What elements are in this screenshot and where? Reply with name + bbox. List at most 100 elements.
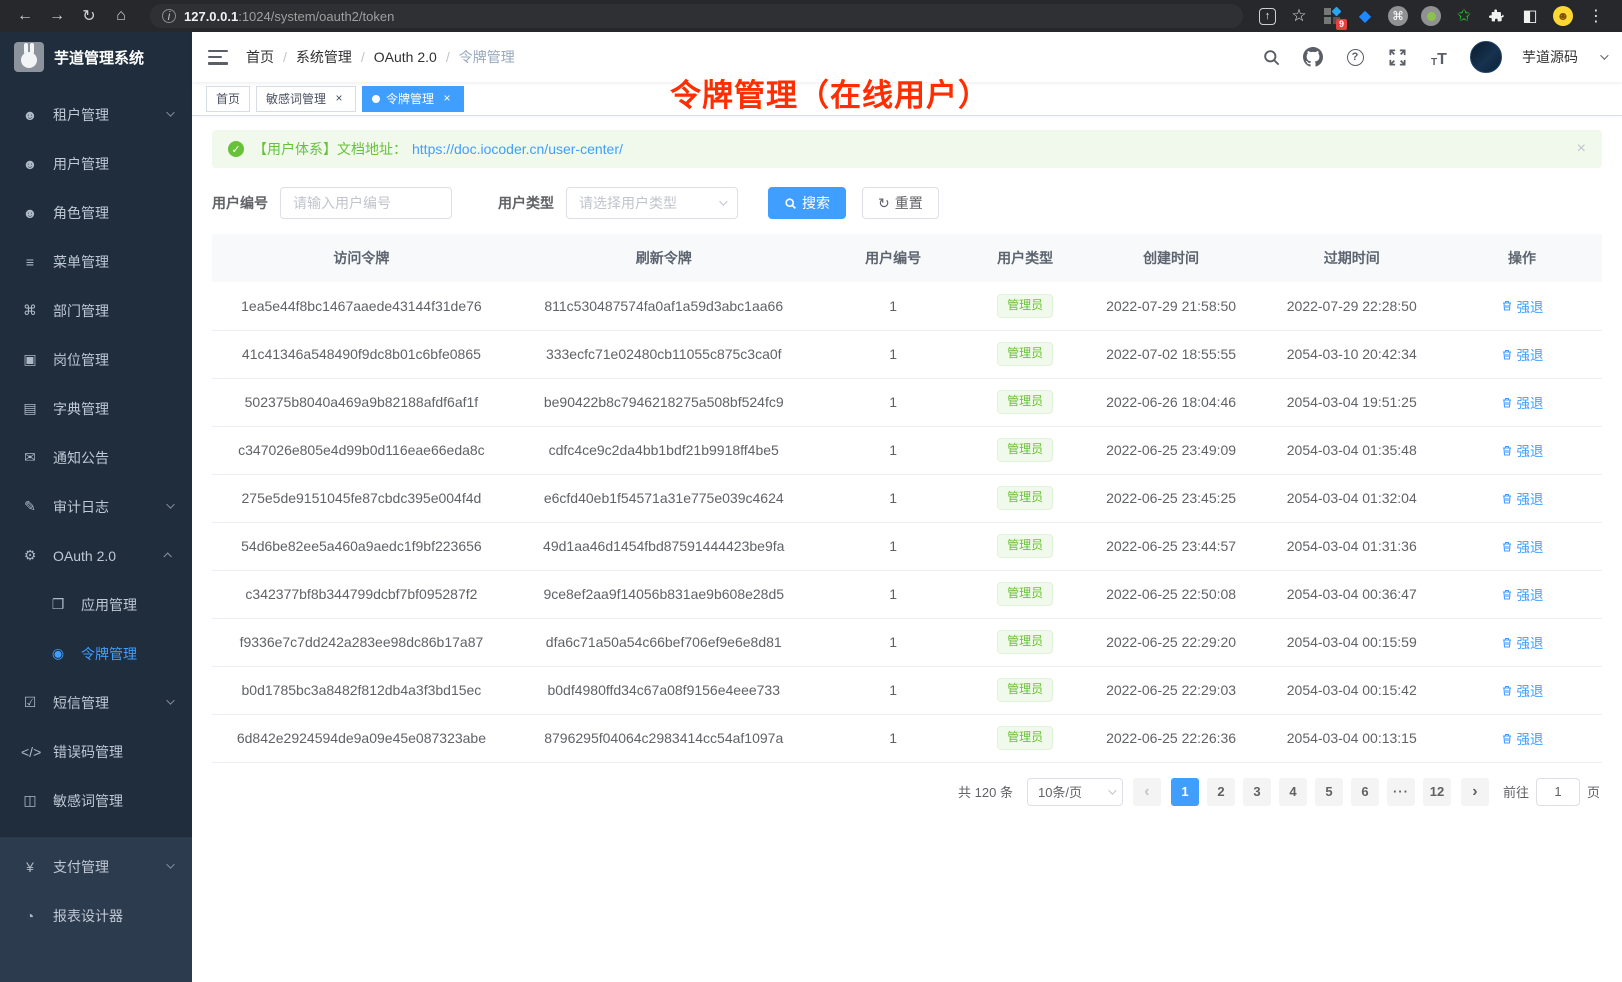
prev-page-button[interactable]: ‹ xyxy=(1133,778,1161,806)
sidebar-item-oauth2[interactable]: ⚙ OAuth 2.0 xyxy=(0,531,192,580)
sidebar-item-payment[interactable]: ¥ 支付管理 xyxy=(0,842,192,891)
sidebar-item-label: 部门管理 xyxy=(53,301,109,321)
command-extension-icon[interactable]: ⌘ xyxy=(1388,6,1408,26)
page-more[interactable]: ··· xyxy=(1387,778,1415,806)
sidebar-item-notice[interactable]: ✉ 通知公告 xyxy=(0,433,192,482)
recorder-extension-icon[interactable] xyxy=(1421,6,1441,26)
sidebar-item-user[interactable]: ☻ 用户管理 xyxy=(0,139,192,188)
breadcrumb-oauth2[interactable]: OAuth 2.0 xyxy=(374,49,437,65)
bookmark-star-icon[interactable]: ☆ xyxy=(1289,6,1309,26)
sidepanel-icon[interactable]: ◧ xyxy=(1520,6,1540,26)
profile-avatar-icon[interactable]: ☻ xyxy=(1553,6,1573,26)
action-cell: 强退 xyxy=(1442,282,1602,330)
tab-close-icon[interactable]: × xyxy=(332,92,346,106)
page-size-select[interactable]: 10条/页 xyxy=(1027,778,1123,806)
breadcrumb-separator[interactable]: / xyxy=(446,49,450,65)
sidebar-menu: ☻ 租户管理 ☻ 用户管理 ☻ 角色管理 ≡ 菜单管理 ⌘ xyxy=(0,82,192,825)
user-type-select[interactable]: 请选择用户类型 xyxy=(566,187,738,219)
page-12[interactable]: 12 xyxy=(1423,778,1451,806)
force-logout-button[interactable]: 强退 xyxy=(1501,584,1544,604)
page-6[interactable]: 6 xyxy=(1351,778,1379,806)
force-logout-button[interactable]: 强退 xyxy=(1501,536,1544,556)
browser-menu-icon[interactable]: ⋮ xyxy=(1586,6,1606,26)
user-type-cell: 管理员 xyxy=(970,522,1081,570)
sidebar-item-post[interactable]: ▣ 岗位管理 xyxy=(0,335,192,384)
sidebar-item-menu[interactable]: ≡ 菜单管理 xyxy=(0,237,192,286)
page-2[interactable]: 2 xyxy=(1207,778,1235,806)
user-avatar[interactable] xyxy=(1470,41,1502,73)
sidebar-toggle-icon[interactable] xyxy=(208,50,228,65)
tab-sensitive-word[interactable]: 敏感词管理 × xyxy=(256,86,356,112)
force-logout-button[interactable]: 强退 xyxy=(1501,632,1544,652)
sidebar-item-tenant[interactable]: ☻ 租户管理 xyxy=(0,90,192,139)
breadcrumb-separator[interactable]: / xyxy=(361,49,365,65)
username-text[interactable]: 芋道源码 xyxy=(1522,47,1578,67)
access-token-cell: 54d6be82ee5a460a9aedc1f9bf223656 xyxy=(212,522,511,570)
help-icon[interactable]: ? xyxy=(1344,46,1366,68)
user-id-input[interactable] xyxy=(280,187,452,219)
user-type-cell: 管理员 xyxy=(970,666,1081,714)
search-icon[interactable] xyxy=(1260,46,1282,68)
force-logout-button[interactable]: 强退 xyxy=(1501,680,1544,700)
breadcrumb-home[interactable]: 首页 xyxy=(246,47,274,67)
page-3[interactable]: 3 xyxy=(1243,778,1271,806)
goto-page-input[interactable] xyxy=(1536,778,1580,806)
user-id-label: 用户编号 xyxy=(212,193,268,213)
browser-home-button[interactable]: ⌂ xyxy=(108,4,134,28)
fullscreen-icon[interactable] xyxy=(1386,46,1408,68)
alert-close-icon[interactable]: × xyxy=(1577,140,1586,158)
force-logout-button[interactable]: 强退 xyxy=(1501,440,1544,460)
sidebar-item-role[interactable]: ☻ 角色管理 xyxy=(0,188,192,237)
gem-extension-icon[interactable]: ◆ xyxy=(1355,6,1375,26)
access-token-cell: 502375b8040a469a9b82188afdf6af1f xyxy=(212,378,511,426)
next-page-button[interactable]: › xyxy=(1461,778,1489,806)
sidebar-item-icon: ¥ xyxy=(21,859,39,875)
force-logout-button[interactable]: 强退 xyxy=(1501,296,1544,316)
tab-close-icon[interactable]: × xyxy=(440,92,454,106)
sidebar-item-sms[interactable]: ☑ 短信管理 xyxy=(0,678,192,727)
force-logout-button[interactable]: 强退 xyxy=(1501,488,1544,508)
user-type-badge: 管理员 xyxy=(997,294,1053,318)
sidebar-item-audit-log[interactable]: ✎ 审计日志 xyxy=(0,482,192,531)
browser-back-button[interactable]: ← xyxy=(12,4,38,28)
sidebar-item-token-manage[interactable]: ◉ 令牌管理 xyxy=(0,629,192,678)
url-path: :1024/system/oauth2/token xyxy=(238,9,394,24)
browser-forward-button[interactable]: → xyxy=(44,4,70,28)
sidebar-item-dict[interactable]: ▤ 字典管理 xyxy=(0,384,192,433)
doc-link[interactable]: https://doc.iocoder.cn/user-center/ xyxy=(412,141,623,157)
user-menu-caret-icon[interactable] xyxy=(1600,51,1608,59)
extension-grid-icon[interactable]: 9 xyxy=(1322,6,1342,26)
green-star-extension-icon[interactable]: ✩ xyxy=(1454,6,1474,26)
page-4[interactable]: 4 xyxy=(1279,778,1307,806)
address-bar[interactable]: i 127.0.0.1:1024/system/oauth2/token xyxy=(150,4,1243,28)
sidebar-item-error-code[interactable]: </> 错误码管理 xyxy=(0,727,192,776)
force-logout-button[interactable]: 强退 xyxy=(1501,344,1544,364)
search-button[interactable]: 搜索 xyxy=(768,187,846,219)
chevron-icon xyxy=(166,109,175,118)
puzzle-extensions-icon[interactable] xyxy=(1487,6,1507,26)
tab-home[interactable]: 首页 × xyxy=(206,86,250,112)
page-1[interactable]: 1 xyxy=(1171,778,1199,806)
site-info-icon[interactable]: i xyxy=(162,9,176,23)
expire-time-cell: 2054-03-04 00:36:47 xyxy=(1261,570,1442,618)
sidebar-item-app-manage[interactable]: ❒ 应用管理 xyxy=(0,580,192,629)
breadcrumb-system[interactable]: 系统管理 xyxy=(296,47,352,67)
breadcrumb-separator[interactable]: / xyxy=(283,49,287,65)
sidebar-item-dept[interactable]: ⌘ 部门管理 xyxy=(0,286,192,335)
browser-reload-button[interactable]: ↻ xyxy=(76,4,102,28)
sidebar-item-sensitive-word[interactable]: ◫ 敏感词管理 xyxy=(0,776,192,825)
reset-button[interactable]: ↻ 重置 xyxy=(862,187,939,219)
browser-extensions-area: ↑ ☆ 9 ◆ ⌘ ✩ ◧ ☻ ⋮ xyxy=(1259,6,1610,26)
tab-token-manage[interactable]: 令牌管理 × xyxy=(362,86,464,112)
sidebar: 芋道管理系统 ☻ 租户管理 ☻ 用户管理 ☻ 角色管理 ≡ 菜单管理 xyxy=(0,32,192,982)
action-cell: 强退 xyxy=(1442,618,1602,666)
breadcrumb-current[interactable]: 令牌管理 xyxy=(459,47,515,67)
github-icon[interactable] xyxy=(1302,46,1324,68)
user-id-cell: 1 xyxy=(817,426,970,474)
page-5[interactable]: 5 xyxy=(1315,778,1343,806)
force-logout-button[interactable]: 强退 xyxy=(1501,728,1544,748)
share-icon[interactable]: ↑ xyxy=(1259,8,1276,25)
force-logout-button[interactable]: 强退 xyxy=(1501,392,1544,412)
sidebar-item-report-designer[interactable]: ◔ 报表设计器 xyxy=(0,891,192,940)
font-size-icon[interactable]: TT xyxy=(1428,46,1450,68)
